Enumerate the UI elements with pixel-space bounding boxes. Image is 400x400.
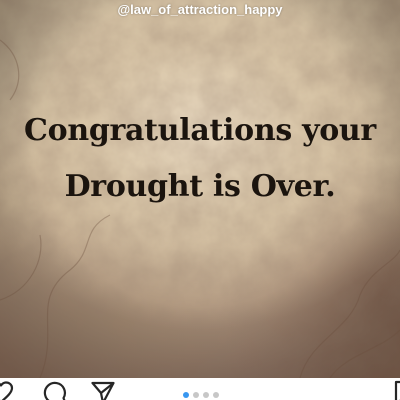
instagram-post-screen: @law_of_attraction_happy Congratulations… [0,0,400,400]
carousel-dot [213,392,219,398]
quote-line-2: Drought is Over. [64,169,336,204]
watermark-handle: @law_of_attraction_happy [117,2,283,17]
post-image[interactable]: @law_of_attraction_happy Congratulations… [0,0,400,378]
carousel-dot-active [183,392,189,398]
carousel-dot [203,392,209,398]
share-icon[interactable] [90,380,116,400]
quote-line-1: Congratulations your [24,113,376,148]
quote-text: Congratulations your Drought is Over. [10,103,390,215]
heart-icon[interactable] [0,380,14,400]
comment-icon[interactable] [42,380,68,400]
bookmark-icon[interactable] [392,380,400,400]
carousel-dot [193,392,199,398]
post-action-bar [0,378,400,400]
